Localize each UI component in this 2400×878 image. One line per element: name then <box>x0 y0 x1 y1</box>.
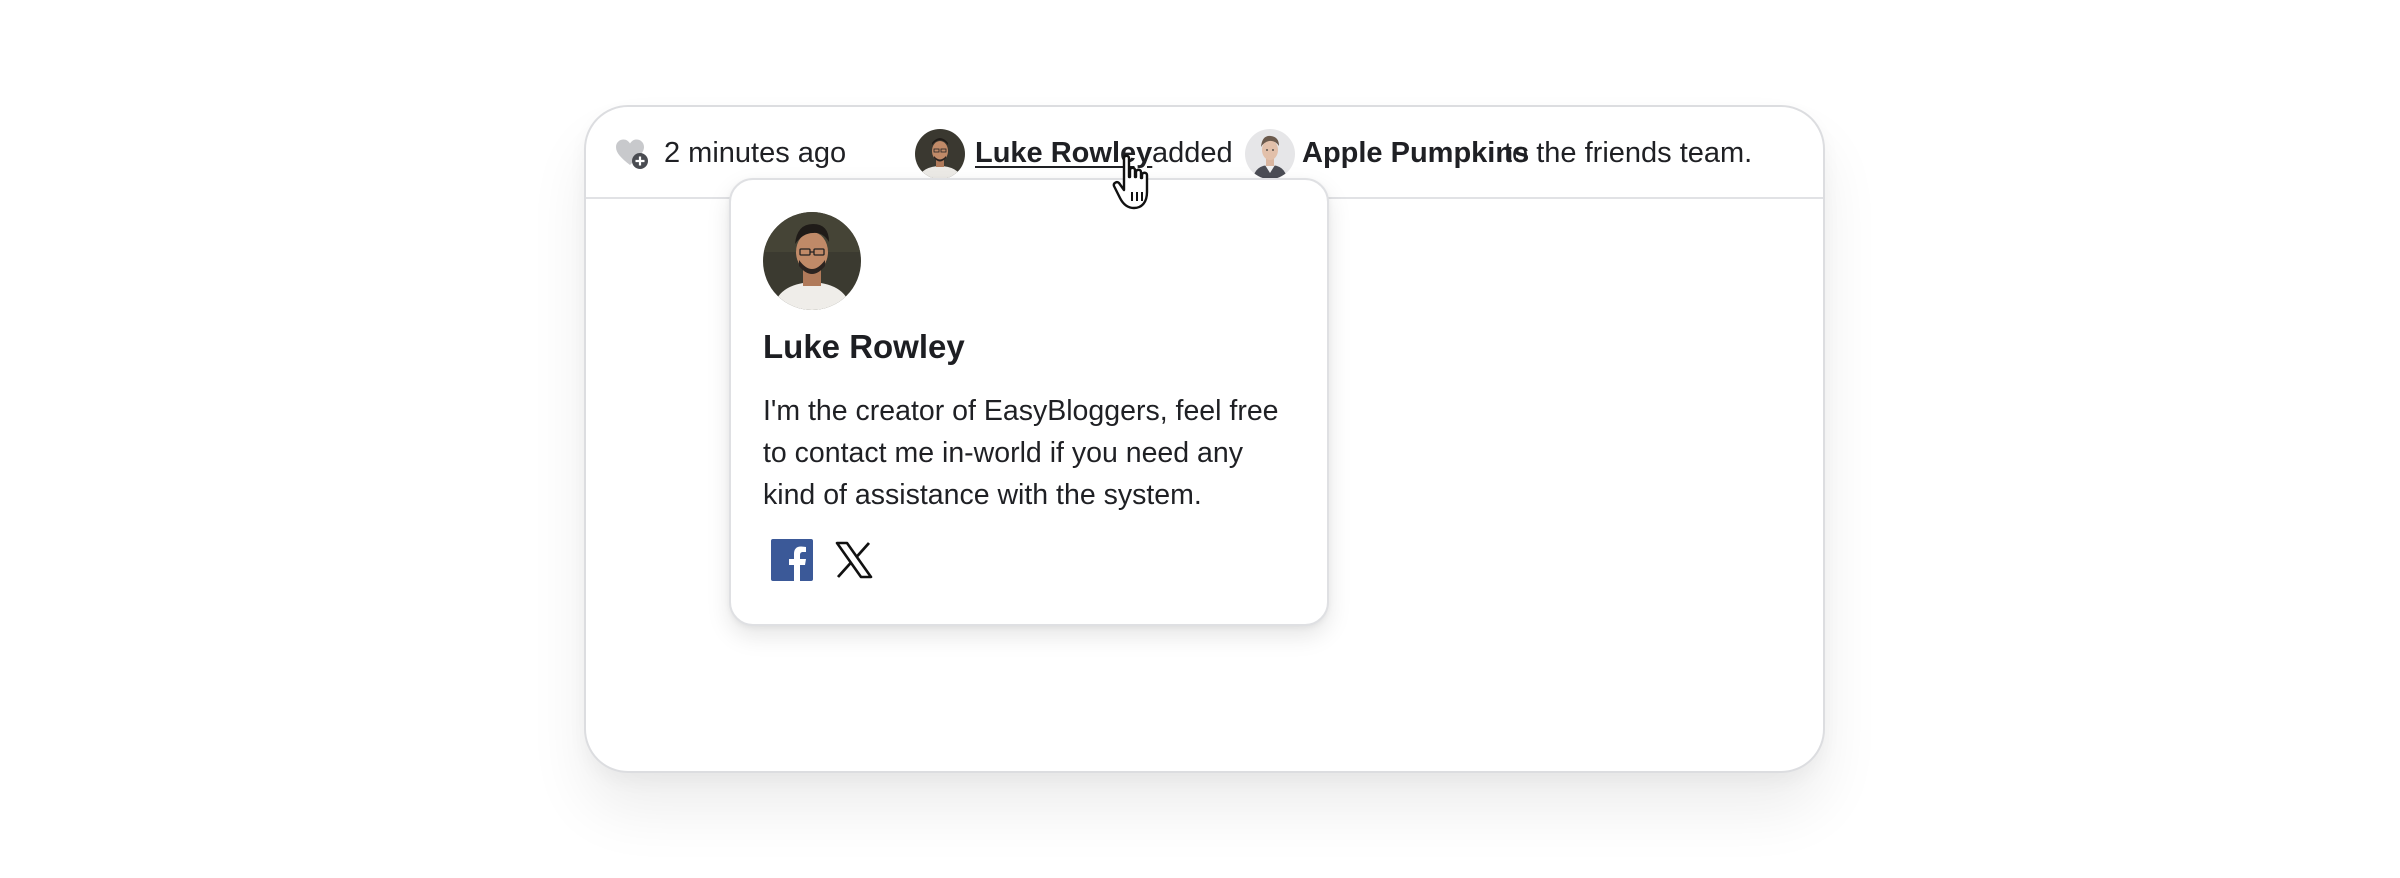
x-icon[interactable] <box>835 541 873 579</box>
heart-plus-icon <box>616 139 648 169</box>
hand-cursor-icon <box>1112 154 1149 210</box>
user-profile-popover: Luke Rowley I'm the creator of EasyBlogg… <box>729 178 1329 626</box>
profile-avatar <box>763 212 861 310</box>
profile-name: Luke Rowley <box>763 328 965 365</box>
avatar[interactable] <box>1245 129 1295 179</box>
profile-bio: I'm the creator of EasyBloggers, feel fr… <box>763 395 1279 511</box>
activity-suffix: to the friends team. <box>1504 136 1753 169</box>
facebook-icon[interactable] <box>771 539 813 581</box>
target-name[interactable]: Apple Pumpkins <box>1302 107 1529 199</box>
avatar[interactable] <box>915 129 965 179</box>
